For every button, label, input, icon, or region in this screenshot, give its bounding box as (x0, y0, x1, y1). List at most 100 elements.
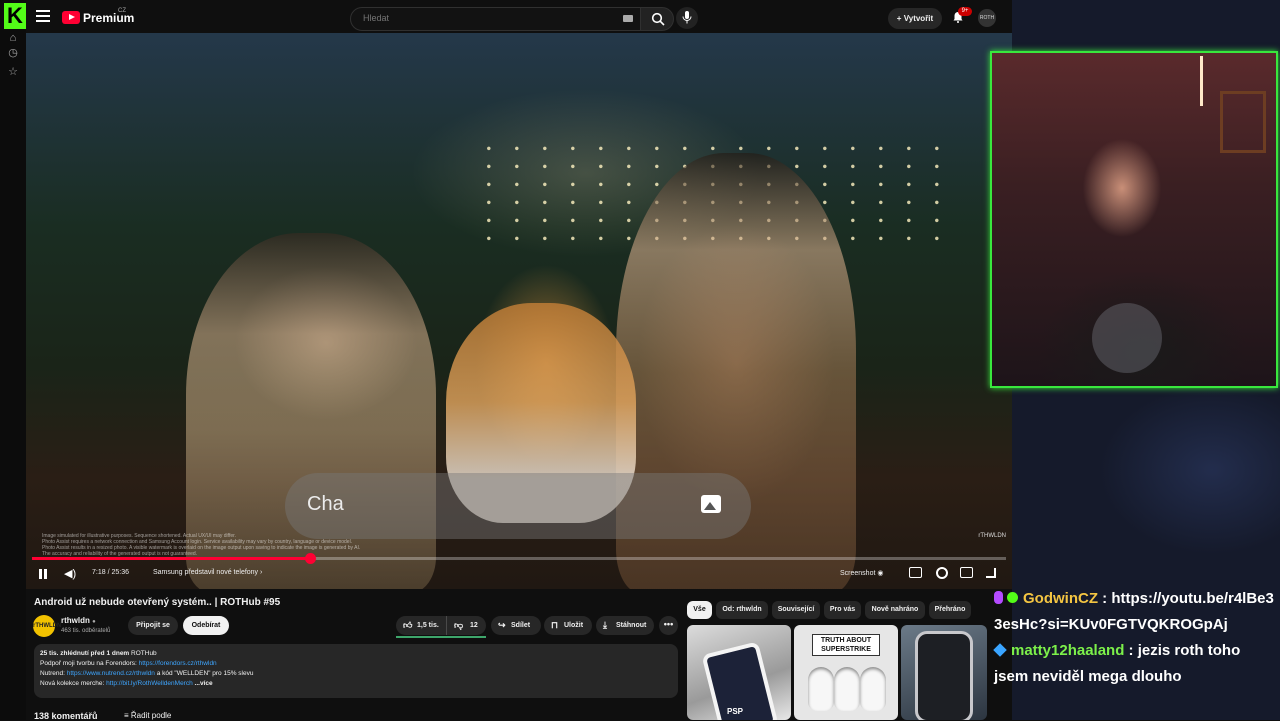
pause-button[interactable] (38, 569, 48, 579)
subscribe-button[interactable]: Odebírat (183, 616, 229, 635)
brand-label[interactable]: Premium (83, 11, 134, 25)
keyboard-icon[interactable] (623, 15, 633, 22)
thumbs-up-icon: 👍︎ (403, 620, 413, 630)
save-label: Uložit (564, 622, 584, 629)
kick-logo-icon: K (4, 3, 26, 29)
thumbnail-title: TRUTH ABOUT SUPERSTRIKE (812, 634, 880, 656)
progress-fill (32, 557, 310, 560)
join-button[interactable]: Připojit se (128, 616, 178, 635)
dislike-button[interactable]: 👎︎ 12 (446, 616, 487, 635)
chat-message: matty12haaland : jezis roth toho jsem ne… (993, 642, 1241, 685)
search-icon (651, 12, 665, 26)
share-button[interactable]: ↪ Sdílet (491, 616, 541, 635)
mic-badge-icon (994, 591, 1003, 604)
pause-icon (39, 569, 42, 579)
forendors-link[interactable]: https://forendors.cz/rthwldn (139, 660, 217, 667)
chat-username: matty12haaland (1011, 642, 1125, 659)
chapter-button[interactable]: Samsung představil nové telefony › (153, 569, 262, 576)
sort-comments-button[interactable]: ≡ Řadit podle (124, 711, 171, 720)
home-icon[interactable]: ⌂ (7, 32, 19, 44)
description-meta-row: 25 tis. zhlédnutí před 1 dnem ROTHub (40, 649, 672, 659)
chip-for-you[interactable]: Pro vás (824, 601, 861, 619)
chat-username: GodwinCZ (1023, 590, 1098, 607)
screenshot-button[interactable]: Screenshot ◉ (840, 569, 883, 577)
related-video-thumbnail[interactable]: TRUTH ABOUT SUPERSTRIKE (794, 625, 898, 720)
channel-avatar[interactable]: rTHWLDN (33, 615, 61, 637)
screenshot-label: Screenshot (840, 570, 876, 577)
show-more-link[interactable]: ...více (193, 680, 213, 687)
description-line: Nová kolekce merche: http://bit.ly/RothW… (40, 679, 672, 689)
like-ratio-bar (396, 636, 486, 638)
plus-icon: + (896, 14, 904, 23)
subscriber-count: 463 tis. odběratelů (61, 628, 111, 634)
mouse-image (860, 667, 886, 711)
like-button[interactable]: 👍︎ 1,5 tis. (396, 616, 442, 635)
theater-mode-icon[interactable] (960, 567, 973, 578)
progress-scrubber[interactable] (304, 553, 316, 564)
video-description[interactable]: 25 tis. zhlédnutí před 1 dnem ROTHub Pod… (34, 644, 678, 698)
menu-icon[interactable] (36, 10, 50, 22)
description-line: Nutrend: https://www.nutrend.cz/rthwldn … (40, 669, 672, 679)
video-watermark: rTHWLDN (978, 533, 1006, 539)
channel-name-text: rthwldn (61, 616, 90, 625)
search-button[interactable] (640, 7, 674, 31)
brand-region: CZ (118, 8, 126, 14)
more-actions-button[interactable]: ••• (659, 616, 678, 635)
save-button[interactable]: ⊓ Uložit (544, 616, 592, 635)
description-tag: ROTHub (131, 650, 157, 657)
download-label: Stáhnout (616, 622, 647, 629)
chip-recently-uploaded[interactable]: Nově nahráno (865, 601, 925, 619)
overlay-search-text: Cha (307, 493, 344, 515)
share-label: Sdílet (511, 622, 531, 629)
chip-all[interactable]: Vše (687, 601, 712, 619)
like-dislike-group: 👍︎ 1,5 tis. 👎︎ 12 (396, 616, 486, 635)
progress-bar[interactable] (32, 553, 1006, 564)
account-avatar[interactable]: ROTH (978, 9, 996, 27)
mouse-image (834, 667, 860, 711)
dislike-count: 12 (470, 622, 478, 629)
download-icon: ⤓ (603, 620, 607, 630)
bookmark-icon: ⊓ (551, 620, 559, 630)
camera-icon: ◉ (877, 570, 884, 577)
chip-watched[interactable]: Přehráno (929, 601, 971, 619)
settings-gear-icon[interactable] (936, 567, 948, 579)
verified-badge-icon (1007, 592, 1018, 603)
description-text: Nutrend: (40, 670, 67, 677)
sort-icon: ≡ (124, 711, 131, 720)
image-icon (701, 495, 721, 513)
video-disclaimer: Image simulated for illustrative purpose… (42, 533, 472, 557)
mouse-image (808, 667, 834, 711)
nutrend-link[interactable]: https://www.nutrend.cz/rthwldn (67, 670, 155, 677)
sort-label: Řadit podle (130, 711, 172, 720)
chip-from-channel[interactable]: Od: rthwldn (716, 601, 768, 619)
create-button[interactable]: + Vytvořit (888, 8, 942, 29)
description-text: Nová kolekce merche: (40, 680, 107, 687)
youtube-logo-icon[interactable] (62, 11, 80, 24)
description-text: a kód "WELLDEN" pro 15% slevu (154, 670, 254, 677)
history-icon[interactable]: ◷ (7, 47, 19, 59)
chip-related[interactable]: Související (772, 601, 820, 619)
microphone-icon (682, 11, 692, 24)
related-video-thumbnail[interactable] (901, 625, 987, 720)
search-input[interactable] (361, 12, 615, 24)
star-icon[interactable]: ☆ (7, 66, 19, 78)
video-player[interactable]: Cha Image simulated for illustrative pur… (26, 33, 1012, 589)
related-video-thumbnail[interactable]: PSP (687, 625, 791, 720)
fullscreen-icon[interactable] (986, 568, 996, 578)
background-lamp (1200, 56, 1203, 106)
stream-left-strip: K ⌂ ◷ ☆ (0, 0, 26, 720)
youtube-topbar: Premium CZ + Vytvořit 9+ ROTH (26, 0, 1012, 36)
thumbs-down-icon: 👎︎ (454, 620, 464, 630)
create-label: Vytvořit (903, 14, 934, 23)
volume-icon[interactable]: ◀) (64, 568, 78, 580)
subtitles-icon[interactable] (909, 567, 922, 578)
background-picture-frame (1220, 91, 1266, 153)
channel-name[interactable]: rthwldn ● (61, 616, 96, 625)
search-box (350, 7, 642, 31)
download-button[interactable]: ⤓ Stáhnout (596, 616, 654, 635)
merch-link[interactable]: http://bit.ly/RothWelldenMerch (106, 680, 193, 687)
thumbnail-label: PSP (727, 707, 744, 716)
voice-search-button[interactable] (676, 7, 698, 29)
video-title: Android už nebude otevřený systém.. | RO… (34, 597, 281, 608)
time-display: 7:18 / 25:36 (92, 569, 129, 576)
